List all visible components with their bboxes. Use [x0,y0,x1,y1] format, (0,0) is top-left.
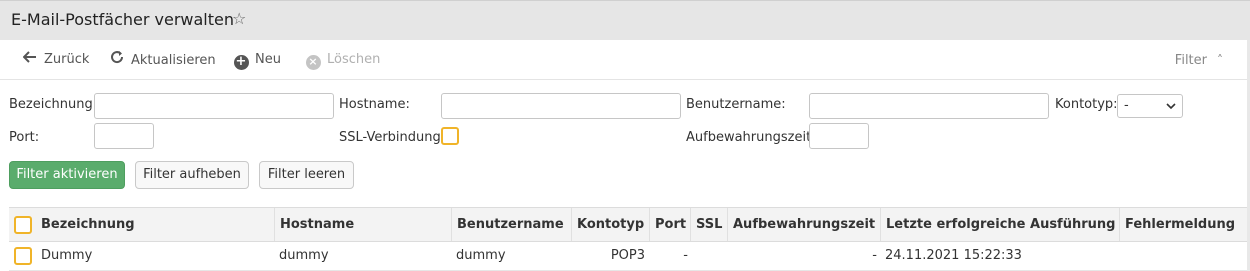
cell-port: - [683,248,688,263]
port-label: Port: [9,130,40,145]
refresh-button[interactable]: Aktualisieren [109,50,216,70]
cell-letzte-ausfuehrung: 24.11.2021 15:22:33 [885,248,1022,263]
column-header-fehlermeldung[interactable]: Fehlermeldung [1119,208,1247,241]
delete-label: Löschen [327,52,381,67]
star-outline-icon[interactable]: ☆ [232,9,246,28]
kontotyp-selected-value: - [1124,98,1129,113]
cell-benutzername: dummy [456,248,506,263]
clear-filter-button[interactable]: Filter leeren [259,161,354,189]
row-select-checkbox[interactable] [14,247,32,265]
column-header-kontotyp[interactable]: Kontotyp [571,208,649,241]
column-header-benutzername[interactable]: Benutzername [451,208,571,241]
cell-hostname: dummy [279,248,329,263]
toolbar: Zurück Aktualisieren + Neu × Löschen Filte… [0,40,1247,80]
back-label: Zurück [44,52,90,67]
column-header-letzte-ausfuehrung[interactable]: Letzte erfolgreiche Ausführung [880,208,1119,241]
chevron-up-icon: ˄ [1217,53,1223,67]
cell-kontotyp: POP3 [610,248,645,263]
bezeichnung-input[interactable] [94,93,334,119]
hostname-label: Hostname: [339,97,410,112]
hostname-input[interactable] [441,93,681,119]
new-button[interactable]: + Neu [233,50,281,70]
filter-toggle-label: Filter [1174,53,1207,68]
benutzername-label: Benutzername: [686,97,786,112]
cell-bezeichnung: Dummy [41,248,93,263]
aufbewahrung-input[interactable] [809,123,869,149]
delete-button[interactable]: × Löschen [305,50,380,70]
arrow-left-icon [22,50,38,70]
cell-ssl [690,242,727,270]
ssl-checkbox[interactable] [441,127,459,145]
chevron-down-icon [1166,95,1176,125]
port-input[interactable] [94,123,154,149]
apply-filter-button[interactable]: Filter aktivieren [9,161,125,189]
plus-circle-icon: + [233,50,249,70]
column-header-port[interactable]: Port [649,208,690,241]
close-circle-icon: × [305,50,321,70]
table-row[interactable]: Dummy dummy dummy POP3 - - 24.11.2021 15… [9,242,1247,271]
refresh-label: Aktualisieren [131,53,216,68]
column-header-ssl[interactable]: SSL [690,208,727,241]
page-title: E-Mail-Postfächer verwalten [11,10,234,29]
aufbewahrung-label: Aufbewahrungszeit: [686,130,816,145]
title-bar: E-Mail-Postfächer verwalten ☆ [0,0,1250,40]
back-button[interactable]: Zurück [22,50,89,70]
bezeichnung-label: Bezeichnung: [9,97,98,112]
column-header-aufbewahrung[interactable]: Aufbewahrungszeit [727,208,880,241]
table-header: Bezeichnung Hostname Benutzername Kontot… [9,207,1247,242]
select-all-checkbox[interactable] [14,216,32,234]
ssl-label: SSL-Verbindung: [339,130,446,145]
cell-aufbewahrung: - [872,248,877,263]
main-panel: Zurück Aktualisieren + Neu × Löschen Filte… [0,40,1247,271]
refresh-icon [109,50,125,71]
filter-toggle-button[interactable]: Filter ˄ [1175,50,1223,70]
kontotyp-select[interactable]: - [1117,94,1183,118]
new-label: Neu [255,52,281,67]
benutzername-input[interactable] [809,93,1049,119]
remove-filter-button[interactable]: Filter aufheben [135,161,249,189]
column-header-bezeichnung[interactable]: Bezeichnung [36,208,275,241]
kontotyp-label: Kontotyp: [1055,97,1118,112]
column-header-hostname[interactable]: Hostname [274,208,451,241]
